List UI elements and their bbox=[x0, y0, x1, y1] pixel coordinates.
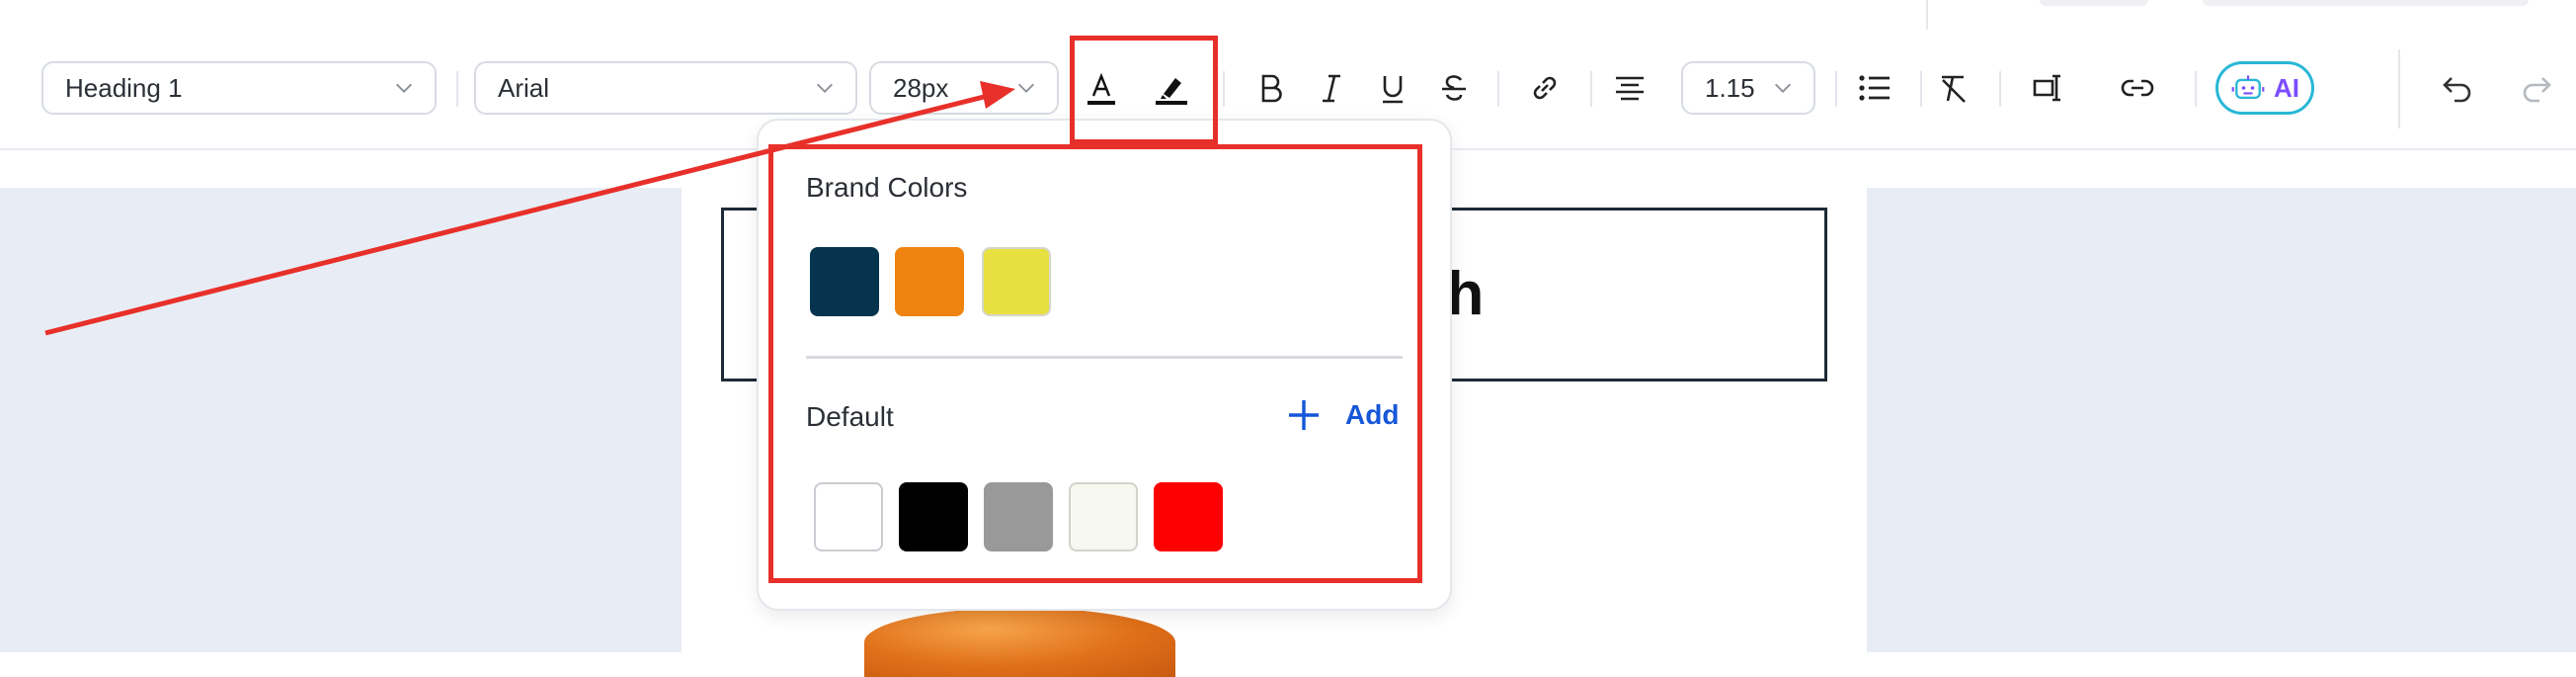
top-divider bbox=[1926, 0, 1928, 30]
toolbar-divider bbox=[1590, 71, 1592, 107]
clear-format-button[interactable] bbox=[1926, 59, 1981, 117]
add-color-label: Add bbox=[1345, 399, 1400, 430]
font-family-select[interactable]: Arial bbox=[474, 61, 857, 115]
ai-assistant-button[interactable]: AI bbox=[2215, 61, 2314, 115]
add-color-button[interactable]: Add bbox=[1286, 397, 1399, 433]
chain-link-icon bbox=[2121, 79, 2154, 97]
brand-color-swatch[interactable] bbox=[895, 247, 964, 316]
default-color-swatch[interactable] bbox=[1069, 482, 1138, 551]
toolbar-divider bbox=[2195, 71, 2197, 107]
undo-button[interactable] bbox=[2430, 59, 2485, 117]
block-style-value: Heading 1 bbox=[65, 72, 183, 103]
chevron-down-icon bbox=[817, 83, 833, 93]
top-tab-ghost bbox=[2040, 0, 2148, 6]
default-colors-title: Default bbox=[806, 401, 894, 432]
popover-divider bbox=[806, 356, 1403, 359]
default-color-swatch[interactable] bbox=[984, 482, 1053, 551]
plus-icon bbox=[1289, 400, 1319, 430]
line-spacing-value: 1.15 bbox=[1705, 72, 1755, 103]
bullet-list-button[interactable] bbox=[1847, 59, 1902, 117]
robot-icon bbox=[2231, 75, 2265, 100]
font-size-value: 28px bbox=[893, 72, 949, 103]
link-button[interactable] bbox=[1517, 59, 1572, 117]
highlighter-icon bbox=[1156, 78, 1187, 105]
redo-button[interactable] bbox=[2509, 59, 2564, 117]
toolbar-divider bbox=[1223, 71, 1225, 107]
align-center-icon bbox=[1616, 76, 1644, 101]
italic-button[interactable] bbox=[1304, 59, 1359, 117]
underline-icon bbox=[1383, 76, 1403, 104]
insert-field-button[interactable] bbox=[2021, 59, 2076, 117]
font-family-value: Arial bbox=[498, 72, 550, 103]
block-style-select[interactable]: Heading 1 bbox=[41, 61, 437, 115]
default-color-swatch[interactable] bbox=[814, 482, 883, 551]
text-color-button[interactable] bbox=[1074, 59, 1129, 117]
chevron-down-icon bbox=[1018, 83, 1034, 93]
undo-icon bbox=[2443, 77, 2471, 103]
top-strip bbox=[0, 0, 2576, 32]
clear-format-icon bbox=[1942, 75, 1966, 103]
ai-label: AI bbox=[2274, 72, 2299, 103]
toolbar-divider bbox=[2398, 49, 2400, 128]
strikethrough-icon bbox=[1442, 75, 1466, 101]
bold-icon bbox=[1261, 74, 1282, 103]
toolbar-divider bbox=[456, 71, 458, 107]
strikethrough-button[interactable] bbox=[1426, 59, 1482, 117]
font-size-select[interactable]: 28px bbox=[869, 61, 1059, 115]
toolbar-divider bbox=[1999, 71, 2001, 107]
text-color-icon bbox=[1087, 72, 1115, 105]
text-field-icon bbox=[2033, 74, 2060, 102]
default-color-swatch[interactable] bbox=[1154, 482, 1223, 551]
chevron-down-icon bbox=[396, 83, 412, 93]
line-spacing-select[interactable]: 1.15 bbox=[1681, 61, 1815, 115]
link-icon bbox=[1533, 76, 1557, 100]
toolbar-divider bbox=[1497, 71, 1499, 107]
pumpkin-image bbox=[864, 608, 1175, 677]
redo-icon bbox=[2523, 77, 2551, 103]
brand-color-swatch[interactable] bbox=[810, 247, 879, 316]
brand-color-swatch[interactable] bbox=[982, 247, 1051, 316]
highlight-color-button[interactable] bbox=[1144, 59, 1199, 117]
italic-icon bbox=[1323, 74, 1340, 103]
embed-link-button[interactable] bbox=[2110, 59, 2165, 117]
align-center-button[interactable] bbox=[1602, 59, 1657, 117]
top-tab-ghost bbox=[2203, 0, 2529, 6]
bold-button[interactable] bbox=[1243, 59, 1298, 117]
default-color-swatch[interactable] bbox=[899, 482, 968, 551]
toolbar-divider bbox=[1835, 71, 1837, 107]
chevron-down-icon bbox=[1775, 83, 1791, 93]
underline-button[interactable] bbox=[1365, 59, 1420, 117]
color-picker-popover: Brand Colors Default Add bbox=[757, 119, 1452, 611]
bullet-list-icon bbox=[1859, 75, 1890, 101]
brand-colors-title: Brand Colors bbox=[806, 172, 968, 203]
toolbar-divider bbox=[1920, 71, 1922, 107]
